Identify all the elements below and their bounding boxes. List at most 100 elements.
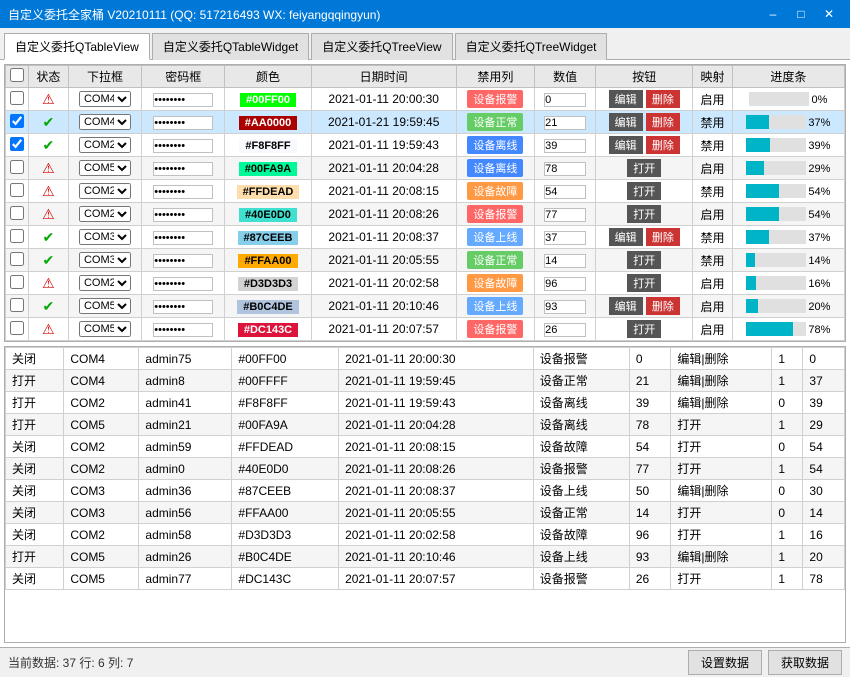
combo-select[interactable]: COM2 <box>79 137 131 153</box>
upper-table-row: ⚠COM4#00FF002021-01-11 20:00:30设备报警编辑 删除… <box>6 88 845 111</box>
open-button[interactable]: 打开 <box>627 159 661 177</box>
password-input[interactable] <box>153 93 213 107</box>
value-spinbox[interactable] <box>544 116 586 130</box>
combo-select[interactable]: COM4 <box>79 114 131 130</box>
edit-button[interactable]: 编辑 <box>609 228 643 246</box>
action-buttons-cell: 打开 <box>596 157 693 180</box>
row-checkbox[interactable] <box>10 91 24 105</box>
open-button[interactable]: 打开 <box>627 274 661 292</box>
tab-qtreeview[interactable]: 自定义委托QTreeView <box>311 33 452 60</box>
value-spinbox[interactable] <box>544 277 586 291</box>
password-input[interactable] <box>153 185 213 199</box>
maximize-button[interactable]: □ <box>788 4 814 24</box>
lower-table-cell: 78 <box>629 414 671 436</box>
map-cell: 禁用 <box>693 249 733 272</box>
combo-select[interactable]: COM5 <box>79 321 131 337</box>
row-checkbox[interactable] <box>10 321 24 335</box>
value-spinbox[interactable] <box>544 208 586 222</box>
row-checkbox[interactable] <box>10 137 24 151</box>
value-spinbox[interactable] <box>544 323 586 337</box>
password-input[interactable] <box>153 300 213 314</box>
datetime-cell: 2021-01-11 20:00:30 <box>311 88 456 111</box>
forbidden-badge: 设备故障 <box>467 274 523 292</box>
upper-table-row: ⚠COM2#D3D3D32021-01-11 20:02:58设备故障打开启用1… <box>6 272 845 295</box>
delete-button[interactable]: 删除 <box>646 113 680 131</box>
progress-cell: 78% <box>732 318 844 341</box>
password-input[interactable] <box>153 254 213 268</box>
datetime-cell: 2021-01-11 20:07:57 <box>311 318 456 341</box>
combo-select[interactable]: COM2 <box>79 275 131 291</box>
value-spinbox[interactable] <box>544 300 586 314</box>
tab-qtableview[interactable]: 自定义委托QTableView <box>4 33 150 60</box>
col-header-map: 映射 <box>693 66 733 88</box>
lower-table-cell: admin36 <box>139 480 232 502</box>
edit-button[interactable]: 编辑 <box>609 136 643 154</box>
lower-table-cell: COM5 <box>64 414 139 436</box>
row-checkbox[interactable] <box>10 114 24 128</box>
lower-table-cell: 2021-01-11 20:08:37 <box>339 480 534 502</box>
password-input[interactable] <box>153 139 213 153</box>
row-checkbox[interactable] <box>10 229 24 243</box>
row-checkbox[interactable] <box>10 298 24 312</box>
progress-text: 54% <box>808 186 830 198</box>
tab-qtablewidget[interactable]: 自定义委托QTableWidget <box>152 33 309 60</box>
password-input[interactable] <box>153 116 213 130</box>
map-cell: 禁用 <box>693 226 733 249</box>
lower-table-cell: 0 <box>772 436 803 458</box>
tab-qtreewidget[interactable]: 自定义委托QTreeWidget <box>455 33 608 60</box>
value-spinbox[interactable] <box>544 162 586 176</box>
combo-select[interactable]: COM3 <box>79 252 131 268</box>
get-data-button[interactable]: 获取数据 <box>768 650 842 675</box>
close-button[interactable]: ✕ <box>816 4 842 24</box>
col-header-button: 按钮 <box>596 66 693 88</box>
edit-button[interactable]: 编辑 <box>609 90 643 108</box>
lower-table-cell: 打开 <box>6 370 64 392</box>
row-checkbox[interactable] <box>10 160 24 174</box>
delete-button[interactable]: 删除 <box>646 228 680 246</box>
combo-select[interactable]: COM3 <box>79 229 131 245</box>
row-checkbox[interactable] <box>10 206 24 220</box>
password-input[interactable] <box>153 231 213 245</box>
combo-select[interactable]: COM5 <box>79 160 131 176</box>
open-button[interactable]: 打开 <box>627 251 661 269</box>
status-bar-buttons: 设置数据 获取数据 <box>688 650 842 675</box>
value-spinbox[interactable] <box>544 139 586 153</box>
edit-button[interactable]: 编辑 <box>609 297 643 315</box>
row-checkbox[interactable] <box>10 252 24 266</box>
status-err-icon: ⚠ <box>42 91 55 107</box>
row-checkbox[interactable] <box>10 275 24 289</box>
open-button[interactable]: 打开 <box>627 205 661 223</box>
value-spinbox[interactable] <box>544 231 586 245</box>
combo-select[interactable]: COM2 <box>79 183 131 199</box>
progress-cell: 54% <box>732 203 844 226</box>
combo-select[interactable]: COM5 <box>79 298 131 314</box>
password-input[interactable] <box>153 208 213 222</box>
password-input[interactable] <box>153 323 213 337</box>
lower-table-wrapper: 关闭COM4admin75#00FF002021-01-11 20:00:30设… <box>4 346 846 643</box>
progress-text: 14% <box>808 255 830 267</box>
select-all-checkbox[interactable] <box>10 68 24 82</box>
delete-button[interactable]: 删除 <box>646 136 680 154</box>
lower-table-cell: 0 <box>772 392 803 414</box>
delete-button[interactable]: 删除 <box>646 90 680 108</box>
value-spinbox[interactable] <box>544 185 586 199</box>
row-checkbox[interactable] <box>10 183 24 197</box>
set-data-button[interactable]: 设置数据 <box>688 650 762 675</box>
lower-table-cell: 设备离线 <box>533 414 629 436</box>
progress-cell: 14% <box>732 249 844 272</box>
col-header-pwd: 密码框 <box>142 66 225 88</box>
minimize-button[interactable]: – <box>760 4 786 24</box>
value-spinbox[interactable] <box>544 254 586 268</box>
combo-select[interactable]: COM2 <box>79 206 131 222</box>
lower-table-cell: 设备正常 <box>533 502 629 524</box>
combo-select[interactable]: COM4 <box>79 91 131 107</box>
lower-table-cell: 关闭 <box>6 568 64 590</box>
open-button[interactable]: 打开 <box>627 182 661 200</box>
password-input[interactable] <box>153 277 213 291</box>
value-spinbox[interactable] <box>544 93 586 107</box>
open-button[interactable]: 打开 <box>627 320 661 338</box>
password-input[interactable] <box>153 162 213 176</box>
delete-button[interactable]: 删除 <box>646 297 680 315</box>
status-ok-icon: ✔ <box>43 137 55 153</box>
edit-button[interactable]: 编辑 <box>609 113 643 131</box>
